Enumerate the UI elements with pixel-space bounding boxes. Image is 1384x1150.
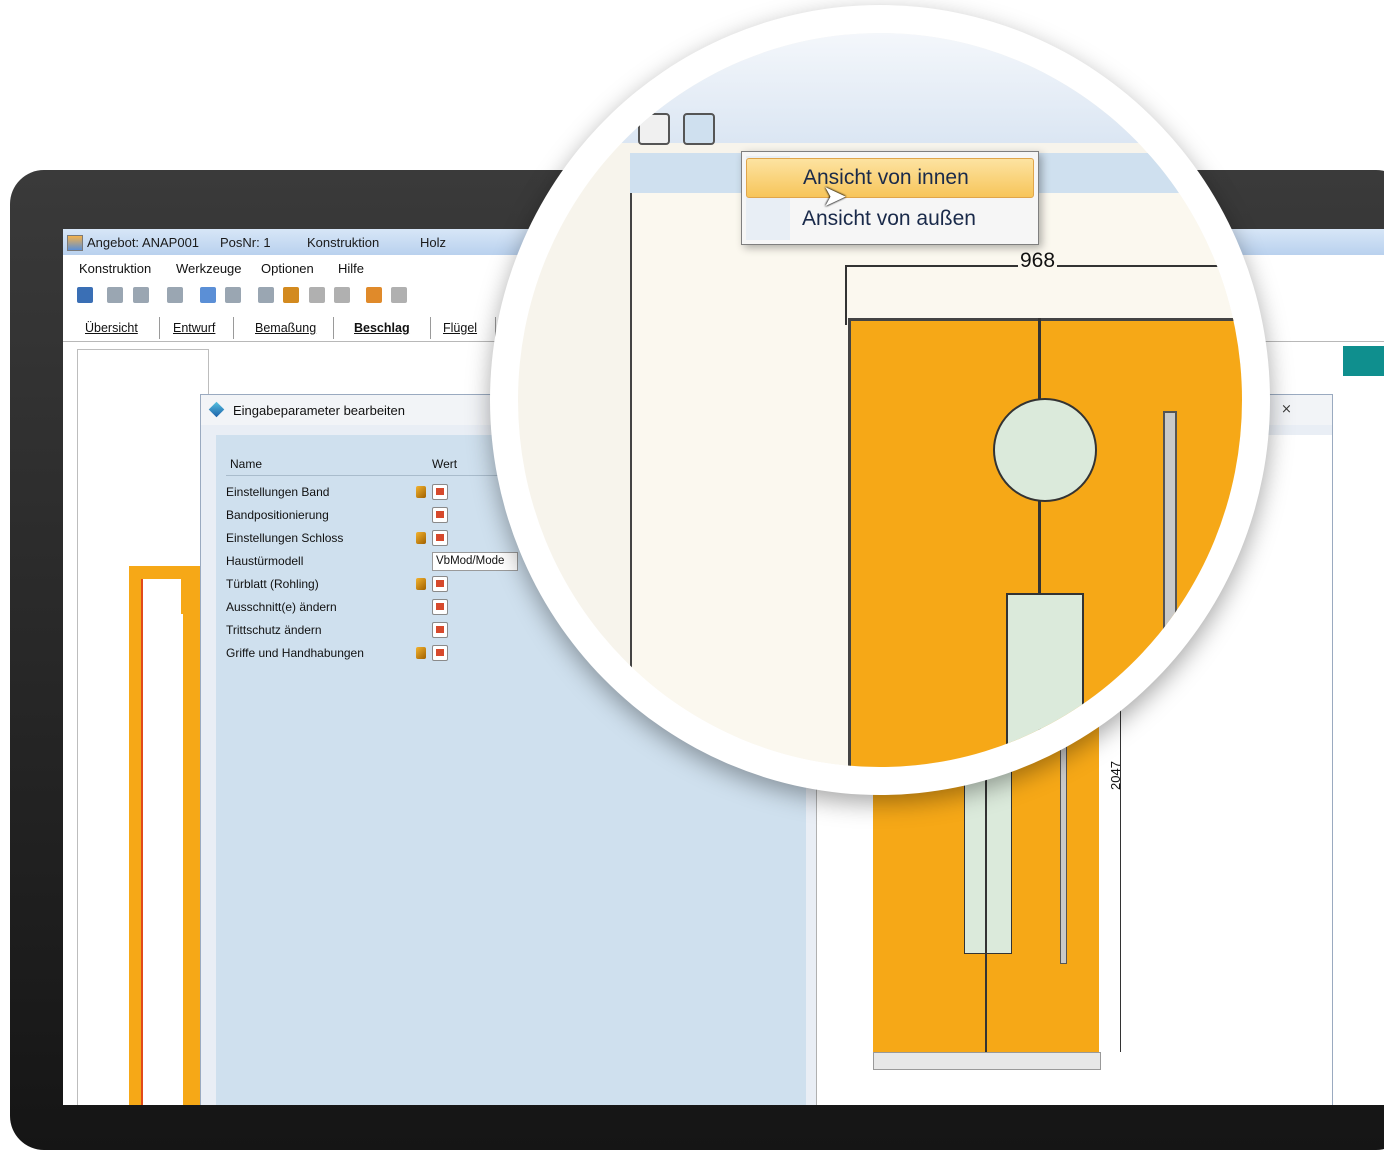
- grid-icon[interactable]: [258, 287, 274, 303]
- link-icon[interactable]: [416, 486, 426, 498]
- zoom-out-icon[interactable]: [225, 287, 241, 303]
- tool-b-icon[interactable]: [309, 287, 325, 303]
- edit-icon[interactable]: [432, 530, 448, 546]
- view-context-menu: Ansicht von innen Ansicht von außen: [741, 151, 1039, 245]
- tab-bemassung[interactable]: Bemaßung: [233, 317, 334, 339]
- table-row[interactable]: Bandpositionierung: [226, 504, 526, 527]
- close-icon[interactable]: ⨯: [1281, 401, 1292, 417]
- menu-item-ansicht-innen[interactable]: Ansicht von innen: [746, 158, 1034, 198]
- link-icon[interactable]: [416, 578, 426, 590]
- edit-icon[interactable]: [432, 576, 448, 592]
- mouse-cursor-icon: ➤: [822, 180, 848, 213]
- table-row[interactable]: Ausschnitt(e) ändern: [226, 596, 526, 619]
- title-angebot: Angebot: ANAP001: [87, 235, 200, 250]
- tool-d-icon[interactable]: [366, 287, 382, 303]
- tab-uebersicht[interactable]: Übersicht: [73, 317, 160, 339]
- document-icon[interactable]: [167, 287, 183, 303]
- zoomed-door-glass: [1006, 593, 1084, 767]
- tab-beschlag[interactable]: Beschlag: [333, 317, 431, 339]
- tab-entwurf[interactable]: Entwurf: [159, 317, 234, 339]
- zoomed-door-handle: [1163, 411, 1177, 767]
- header-name: Name: [230, 457, 263, 471]
- tool-a-icon[interactable]: [283, 287, 299, 303]
- copy-icon[interactable]: [107, 287, 123, 303]
- title-mode: Konstruktion: [307, 235, 380, 250]
- title-posnr: PosNr: 1: [220, 235, 271, 250]
- table-row[interactable]: Haustürmodell VbMod/Mode: [226, 550, 526, 573]
- magnifier-content: 968 Ansicht von innen Ansicht von außen …: [518, 33, 1242, 767]
- zoom-in-icon[interactable]: [200, 287, 216, 303]
- width-dimension-label: 968: [1018, 249, 1058, 273]
- link-icon[interactable]: [416, 532, 426, 544]
- table-row[interactable]: Trittschutz ändern: [226, 619, 526, 642]
- table-row[interactable]: Türblatt (Rohling): [226, 573, 526, 596]
- dialog-diamond-icon: [208, 401, 225, 418]
- edit-icon[interactable]: [432, 507, 448, 523]
- table-row[interactable]: Einstellungen Band: [226, 481, 526, 504]
- menu-item-ansicht-aussen[interactable]: Ansicht von außen: [746, 200, 1032, 238]
- dialog-title: Eingabeparameter bearbeiten: [233, 403, 406, 418]
- menu-werkzeuge[interactable]: Werkzeuge: [176, 261, 242, 276]
- edit-icon[interactable]: [432, 599, 448, 615]
- grid-header: Name Wert: [226, 451, 526, 476]
- title-material: Holz: [420, 235, 447, 250]
- zoomed-door-porthole: [993, 398, 1097, 502]
- menu-konstruktion[interactable]: Konstruktion: [79, 261, 151, 276]
- view-options-icon[interactable]: [683, 113, 715, 145]
- tool-c-icon[interactable]: [334, 287, 350, 303]
- zoomed-toolbar: [518, 33, 1242, 143]
- header-wert: Wert: [432, 457, 458, 471]
- paste-icon[interactable]: [133, 287, 149, 303]
- accent-bar: [1343, 346, 1384, 376]
- undo-icon[interactable]: [77, 287, 93, 303]
- tool-e-icon[interactable]: [391, 287, 407, 303]
- menu-optionen[interactable]: Optionen: [261, 261, 314, 276]
- menu-hilfe[interactable]: Hilfe: [338, 261, 364, 276]
- table-row[interactable]: Griffe und Handhabungen: [226, 642, 526, 665]
- edit-icon[interactable]: [432, 484, 448, 500]
- app-icon: [67, 235, 83, 251]
- edit-icon[interactable]: [432, 645, 448, 661]
- width-dimension-tick: [845, 265, 847, 325]
- door-frame-inner: [141, 579, 183, 1105]
- edit-icon[interactable]: [432, 622, 448, 638]
- magnifier-lens: 968 Ansicht von innen Ansicht von außen …: [490, 5, 1270, 795]
- table-row[interactable]: Einstellungen Schloss: [226, 527, 526, 550]
- door-preview-sill: [873, 1052, 1101, 1070]
- tab-fluegel[interactable]: Flügel: [429, 317, 496, 339]
- link-icon[interactable]: [416, 647, 426, 659]
- haustuermodell-combo[interactable]: VbMod/Mode: [432, 552, 518, 571]
- fit-view-icon[interactable]: [638, 113, 670, 145]
